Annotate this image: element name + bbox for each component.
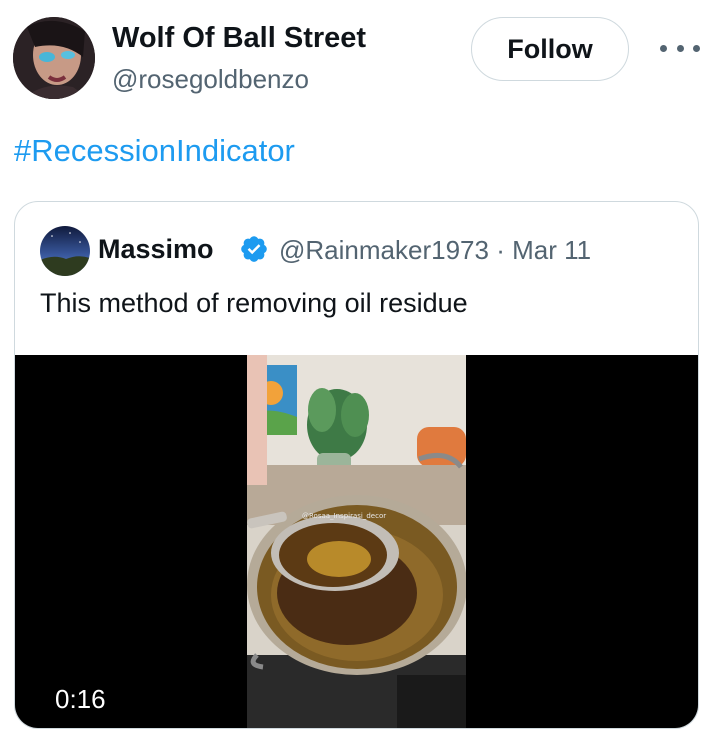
video-frame (247, 355, 466, 728)
quoted-author-name[interactable]: Massimo (98, 234, 214, 265)
dot (693, 44, 700, 52)
video-player[interactable]: 0:16 (15, 355, 698, 728)
quoted-handle-date: @Rainmaker1973 · Mar 11 (279, 235, 591, 266)
quoted-tweet-card[interactable]: Massimo @Rainmaker1973 · Mar 11 This met… (14, 201, 699, 729)
hashtag-link[interactable]: #RecessionIndicator (14, 133, 295, 169)
author-name[interactable]: Wolf Of Ball Street (112, 22, 366, 55)
dot (676, 44, 684, 52)
more-options-icon[interactable] (660, 34, 700, 62)
quoted-text: This method of removing oil residue (40, 288, 468, 318)
video-duration: 0:16 (55, 684, 106, 714)
meta-separator: · (496, 235, 505, 265)
quoted-author-avatar[interactable] (40, 226, 90, 276)
author-avatar[interactable] (13, 17, 95, 99)
video-thumbnail (247, 355, 466, 728)
avatar-image (13, 17, 95, 99)
dot (660, 44, 667, 52)
avatar-image (40, 226, 90, 276)
follow-button[interactable]: Follow (471, 17, 629, 81)
author-handle[interactable]: @rosegoldbenzo (112, 64, 309, 95)
verified-badge-icon (241, 236, 267, 262)
video-watermark: @Rosaa_Inspirasi_decor (302, 512, 387, 520)
quoted-author-handle[interactable]: @Rainmaker1973 (279, 235, 489, 265)
quoted-date[interactable]: Mar 11 (512, 235, 591, 265)
tweet-header: Wolf Of Ball Street @rosegoldbenzo Follo… (0, 0, 709, 110)
